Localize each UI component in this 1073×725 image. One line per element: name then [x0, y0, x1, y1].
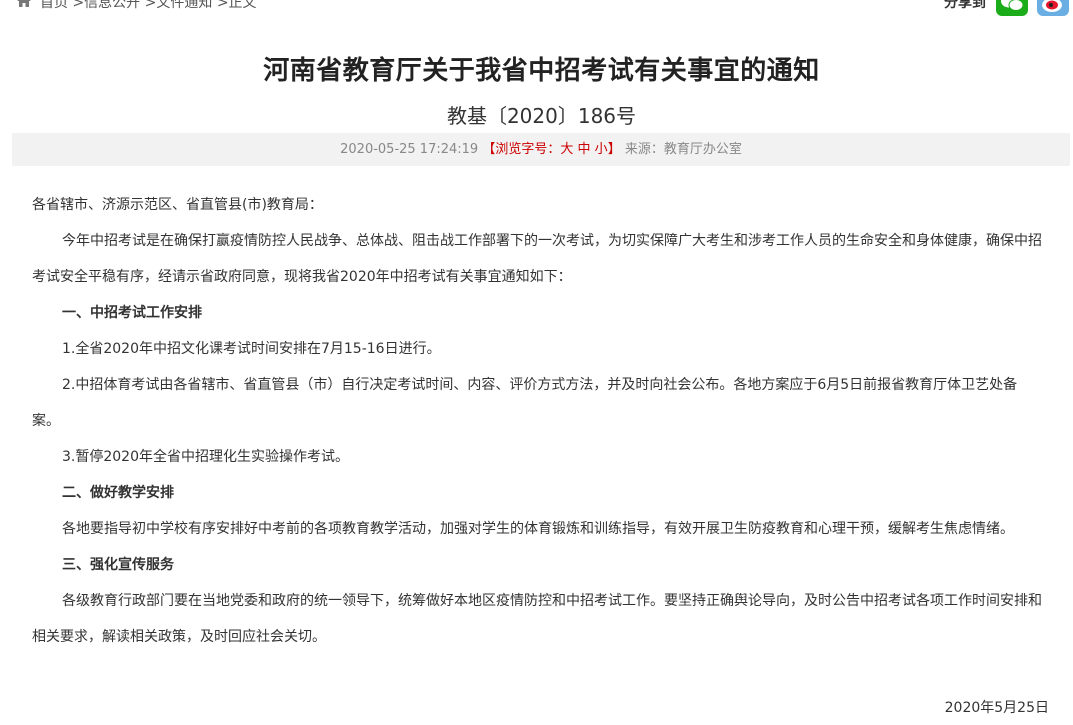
breadcrumb: 首页 >信息公开 >文件通知 >正文	[40, 0, 257, 12]
date-signature: 2020年5月25日	[944, 700, 1049, 716]
section-heading-2: 二、做好教学安排	[62, 485, 174, 501]
paragraph-publicity: 各级教育行政部门要在当地党委和政府的统一领导下，统筹做好本地区疫情防控和中招考试…	[32, 593, 1042, 645]
paragraph-item-1: 1.全省2020年中招文化课考试时间安排在7月15-16日进行。	[62, 341, 441, 357]
article-meta-bar: 2020-05-25 17:24:19 【浏览字号：大 中 小】 来源：教育厅办…	[12, 133, 1070, 166]
article-source: 来源：教育厅办公室	[624, 142, 742, 157]
font-size-prefix: 【浏览字号：	[482, 142, 561, 157]
publish-datetime: 2020-05-25 17:24:19	[340, 142, 479, 157]
article-body: 各省辖市、济源示范区、省直管县(市)教育局： 今年中招考试是在确保打赢疫情防控人…	[32, 187, 1042, 655]
paragraph-item-2: 2.中招体育考试由各省辖市、省直管县（市）自行决定考试时间、内容、评价方式方法，…	[32, 377, 1018, 429]
breadcrumb-notices[interactable]: >文件通知	[145, 0, 213, 11]
paragraph-intro: 今年中招考试是在确保打赢疫情防控人民战争、总体战、阻击战工作部署下的一次考试，为…	[32, 233, 1042, 285]
home-icon	[17, 0, 31, 7]
paragraph-teaching: 各地要指导初中学校有序安排好中考前的各项教育教学活动，加强对学生的体育锻炼和训练…	[62, 521, 1014, 537]
share-label: 分享到	[944, 0, 986, 11]
breadcrumb-home[interactable]: 首页	[40, 0, 68, 11]
font-size-medium-button[interactable]: 中	[578, 142, 591, 157]
document-number: 教基〔2020〕186号	[446, 104, 637, 128]
font-size-selector: 【浏览字号：大 中 小】	[482, 142, 620, 157]
breadcrumb-info-public[interactable]: >信息公开	[72, 0, 140, 11]
section-heading-3: 三、强化宣传服务	[62, 557, 174, 573]
paragraph-item-3: 3.暂停2020年全省中招理化生实验操作考试。	[62, 449, 349, 465]
top-bar: 首页 >信息公开 >文件通知 >正文 分享到	[0, 0, 1073, 18]
font-size-small-button[interactable]: 小	[595, 142, 608, 157]
section-heading-1: 一、中招考试工作安排	[62, 305, 202, 321]
font-size-large-button[interactable]: 大	[560, 142, 573, 157]
wechat-icon[interactable]	[996, 0, 1028, 16]
article-title: 河南省教育厅关于我省中招考试有关事宜的通知	[263, 56, 820, 86]
weibo-icon[interactable]	[1037, 0, 1069, 16]
font-size-suffix: 】	[607, 142, 621, 157]
page: 首页 >信息公开 >文件通知 >正文 分享到 河南省教育厅关于我省中招考试有关事…	[0, 0, 1073, 725]
salutation: 各省辖市、济源示范区、省直管县(市)教育局：	[32, 197, 323, 213]
breadcrumb-current: >正文	[216, 0, 257, 11]
